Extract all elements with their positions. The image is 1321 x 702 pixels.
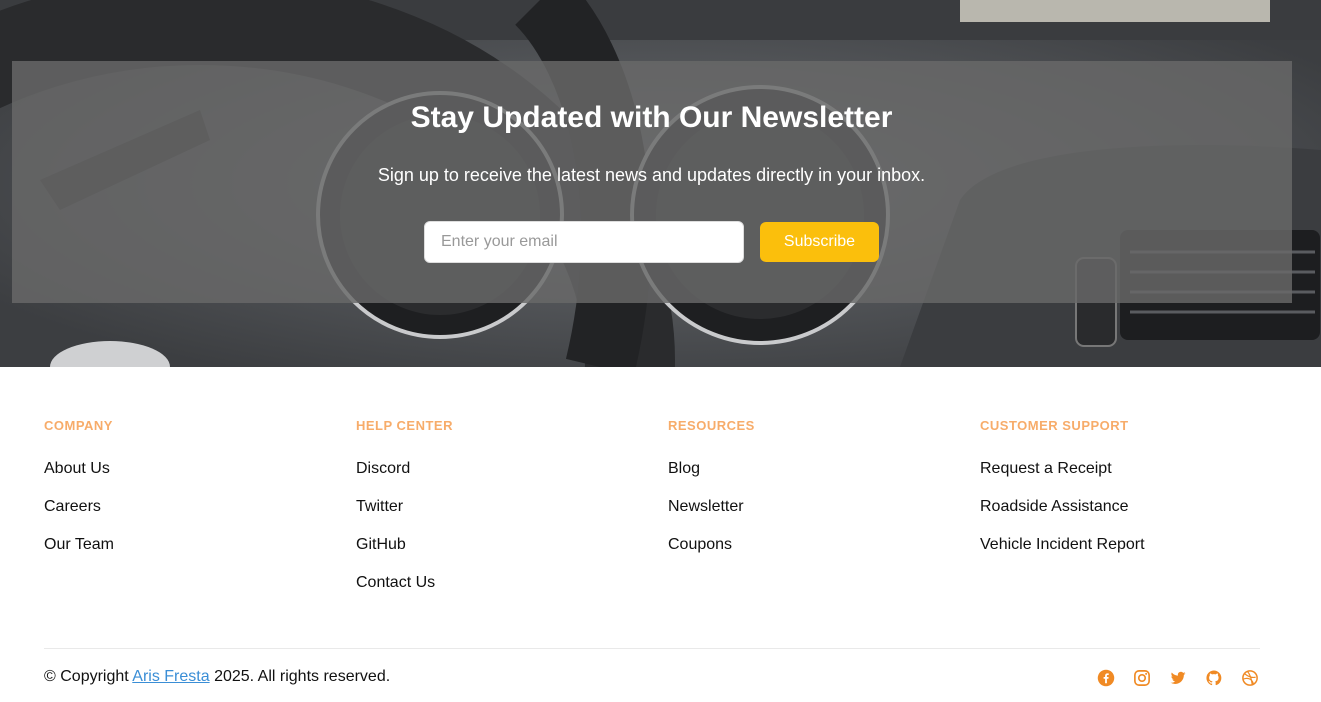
dribbble-icon[interactable] xyxy=(1240,668,1260,688)
footer-link-contact-us[interactable]: Contact Us xyxy=(356,574,656,612)
facebook-icon[interactable] xyxy=(1096,668,1116,688)
footer-heading: CUSTOMER SUPPORT xyxy=(980,418,1129,433)
github-icon[interactable] xyxy=(1204,668,1224,688)
newsletter-section: Stay Updated with Our Newsletter Sign up… xyxy=(0,0,1321,367)
site-footer: COMPANY About Us Careers Our Team HELP C… xyxy=(0,367,1321,702)
author-link[interactable]: Aris Fresta xyxy=(132,668,209,685)
newsletter-subtitle: Sign up to receive the latest news and u… xyxy=(377,165,926,185)
footer-link-coupons[interactable]: Coupons xyxy=(668,536,968,574)
footer-heading: HELP CENTER xyxy=(356,418,453,433)
footer-column-customer-support: CUSTOMER SUPPORT Request a Receipt Roads… xyxy=(980,418,1280,574)
instagram-icon[interactable] xyxy=(1132,668,1152,688)
footer-heading: COMPANY xyxy=(44,418,113,433)
footer-link-about-us[interactable]: About Us xyxy=(44,460,344,498)
twitter-icon[interactable] xyxy=(1168,668,1188,688)
footer-column-help-center: HELP CENTER Discord Twitter GitHub Conta… xyxy=(356,418,656,612)
copyright-text: © Copyright Aris Fresta 2025. All rights… xyxy=(44,668,390,686)
subscribe-button[interactable]: Subscribe xyxy=(760,222,879,262)
copyright-prefix: © Copyright xyxy=(44,668,133,685)
footer-link-roadside-assistance[interactable]: Roadside Assistance xyxy=(980,498,1280,536)
footer-link-vehicle-incident-report[interactable]: Vehicle Incident Report xyxy=(980,536,1280,574)
footer-divider xyxy=(44,648,1260,649)
newsletter-title: Stay Updated with Our Newsletter xyxy=(410,101,893,134)
copyright-suffix: 2025. All rights reserved. xyxy=(209,668,391,685)
footer-link-our-team[interactable]: Our Team xyxy=(44,536,344,574)
footer-link-newsletter[interactable]: Newsletter xyxy=(668,498,968,536)
email-input[interactable] xyxy=(424,221,744,263)
footer-link-blog[interactable]: Blog xyxy=(668,460,968,498)
footer-column-company: COMPANY About Us Careers Our Team xyxy=(44,418,344,574)
footer-link-discord[interactable]: Discord xyxy=(356,460,656,498)
footer-link-twitter[interactable]: Twitter xyxy=(356,498,656,536)
social-links xyxy=(1096,668,1260,688)
footer-link-request-receipt[interactable]: Request a Receipt xyxy=(980,460,1280,498)
footer-heading: RESOURCES xyxy=(668,418,755,433)
footer-link-github[interactable]: GitHub xyxy=(356,536,656,574)
footer-column-resources: RESOURCES Blog Newsletter Coupons xyxy=(668,418,968,574)
footer-link-careers[interactable]: Careers xyxy=(44,498,344,536)
